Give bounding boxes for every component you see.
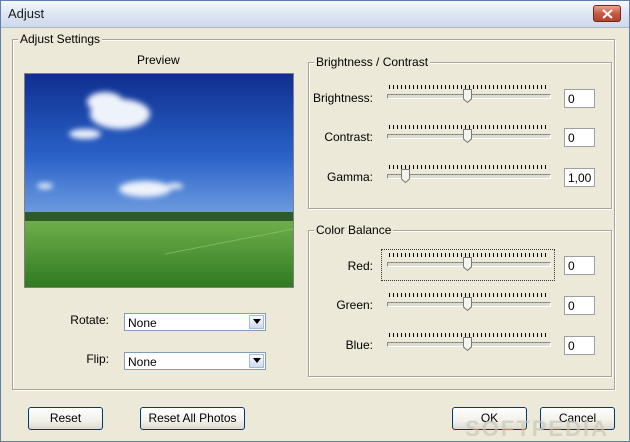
chevron-down-icon bbox=[253, 358, 261, 363]
contrast-value-field[interactable]: 0 bbox=[564, 128, 595, 147]
close-icon bbox=[602, 9, 613, 19]
gamma-value: 1,00 bbox=[568, 171, 592, 185]
adjust-settings-legend: Adjust Settings bbox=[18, 32, 103, 46]
blue-value-field[interactable]: 0 bbox=[564, 336, 595, 355]
reset-button[interactable]: Reset bbox=[28, 407, 103, 430]
blue-slider-thumb[interactable] bbox=[463, 337, 472, 351]
red-value: 0 bbox=[568, 259, 575, 273]
blue-slider[interactable] bbox=[387, 333, 551, 355]
flip-label: Flip: bbox=[86, 352, 109, 366]
red-value-field[interactable]: 0 bbox=[564, 256, 595, 275]
contrast-value: 0 bbox=[568, 131, 575, 145]
brightness-slider[interactable] bbox=[387, 85, 551, 107]
contrast-slider[interactable] bbox=[387, 125, 551, 147]
window-title: Adjust bbox=[8, 6, 45, 21]
brightness-label: Brightness: bbox=[312, 91, 373, 105]
close-button[interactable] bbox=[593, 5, 621, 22]
chevron-down-icon bbox=[253, 319, 261, 324]
green-slider-thumb[interactable] bbox=[463, 297, 472, 311]
flip-dropdown-button[interactable] bbox=[249, 354, 264, 368]
rotate-select[interactable]: None bbox=[124, 313, 266, 331]
gamma-slider[interactable] bbox=[387, 165, 551, 187]
title-bar[interactable]: Adjust bbox=[1, 1, 629, 28]
green-value: 0 bbox=[568, 299, 575, 313]
rotate-value: None bbox=[128, 316, 157, 330]
brightness-slider-thumb[interactable] bbox=[463, 89, 472, 103]
green-value-field[interactable]: 0 bbox=[564, 296, 595, 315]
brightness-contrast-legend: Brightness / Contrast bbox=[314, 55, 431, 69]
preview-label: Preview bbox=[137, 53, 180, 67]
contrast-label: Contrast: bbox=[324, 130, 373, 144]
red-slider-thumb[interactable] bbox=[463, 257, 472, 271]
gamma-value-field[interactable]: 1,00 bbox=[564, 168, 595, 187]
flip-value: None bbox=[128, 355, 157, 369]
dialog-body: Adjust Settings Preview Rotate: None Fli… bbox=[1, 28, 629, 441]
contrast-slider-thumb[interactable] bbox=[463, 129, 472, 143]
brightness-value: 0 bbox=[568, 92, 575, 106]
green-slider[interactable] bbox=[387, 293, 551, 315]
gamma-label: Gamma: bbox=[326, 170, 373, 184]
brightness-value-field[interactable]: 0 bbox=[564, 89, 595, 108]
red-slider[interactable] bbox=[387, 253, 551, 275]
preview-image bbox=[24, 73, 294, 288]
color-balance-legend: Color Balance bbox=[314, 223, 394, 237]
green-label: Green: bbox=[336, 298, 373, 312]
softpedia-watermark: SOFTPEDIA bbox=[465, 416, 609, 441]
red-label: Red: bbox=[347, 259, 373, 273]
gamma-slider-thumb[interactable] bbox=[401, 169, 411, 183]
rotate-dropdown-button[interactable] bbox=[249, 315, 264, 329]
rotate-label: Rotate: bbox=[70, 313, 109, 327]
reset-all-photos-button[interactable]: Reset All Photos bbox=[140, 407, 245, 430]
blue-label: Blue: bbox=[345, 338, 373, 352]
adjust-dialog: Adjust Adjust Settings Preview Rotate: N… bbox=[0, 0, 630, 442]
flip-select[interactable]: None bbox=[124, 352, 266, 370]
blue-value: 0 bbox=[568, 339, 575, 353]
